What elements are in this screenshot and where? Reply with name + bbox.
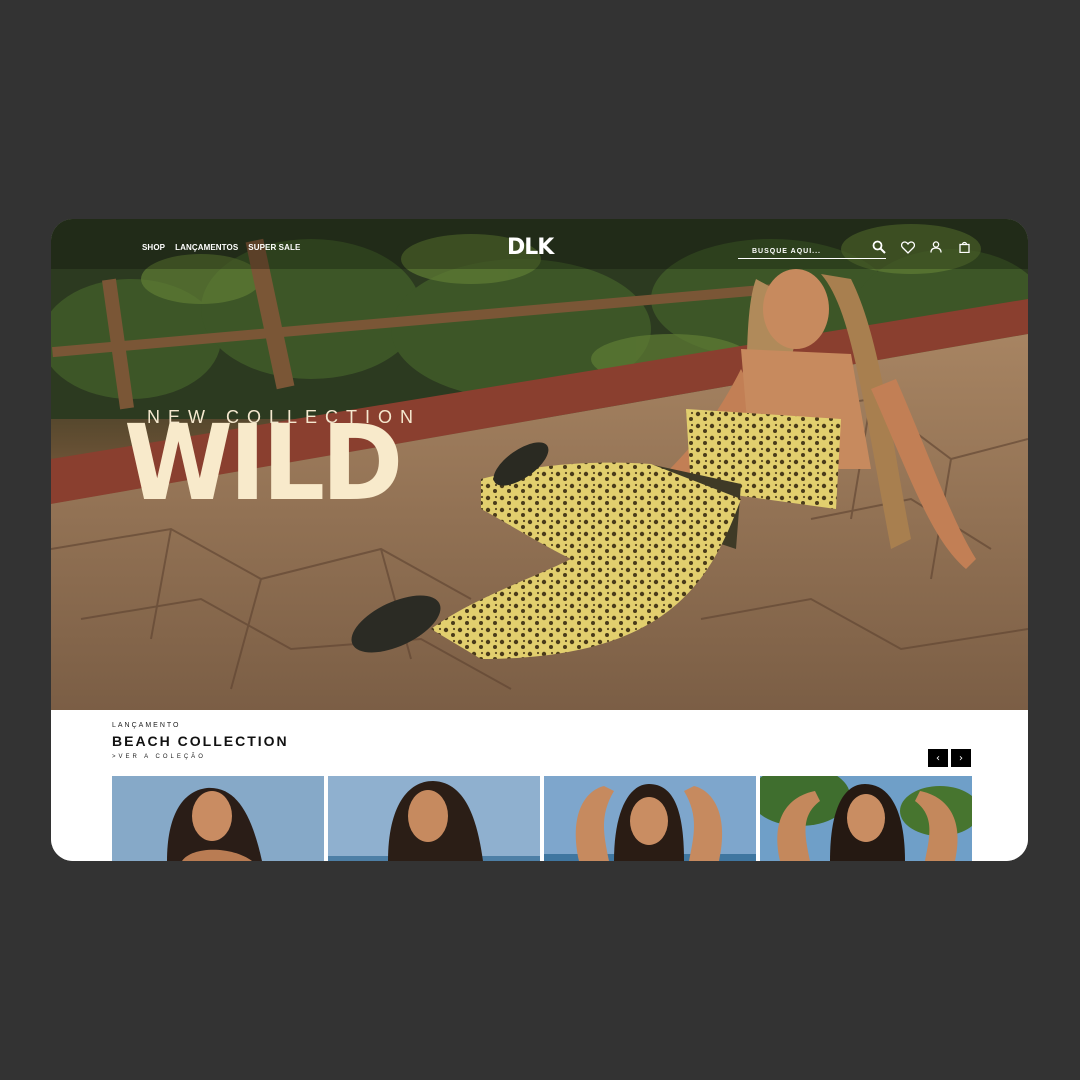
search-bar — [738, 240, 900, 260]
hero-title: WILD — [124, 402, 403, 524]
product-card[interactable] — [544, 776, 756, 861]
carousel-prev-button[interactable]: ‹ — [928, 749, 948, 767]
product-image — [760, 776, 972, 861]
brand-logo[interactable]: DLK — [507, 235, 554, 260]
product-image — [328, 776, 540, 861]
nav-lancamentos[interactable]: LANÇAMENTOS — [175, 243, 238, 252]
nav-super-sale[interactable]: SUPER SALE — [248, 243, 300, 252]
product-card[interactable] — [112, 776, 324, 861]
product-card[interactable] — [760, 776, 972, 861]
heart-icon[interactable] — [900, 239, 916, 255]
product-image — [112, 776, 324, 861]
hero-banner[interactable]: SHOP LANÇAMENTOS SUPER SALE DLK NEW COLL… — [51, 219, 1028, 710]
search-icon[interactable] — [871, 239, 887, 255]
beach-collection-section: LANÇAMENTO BEACH COLLECTION >VER A COLEÇ… — [51, 710, 1028, 861]
bag-icon[interactable] — [956, 239, 972, 255]
browser-frame: SHOP LANÇAMENTOS SUPER SALE DLK NEW COLL… — [51, 219, 1028, 861]
main-nav: SHOP LANÇAMENTOS SUPER SALE — [142, 243, 300, 252]
product-carousel — [112, 776, 972, 861]
carousel-next-button[interactable]: › — [951, 749, 971, 767]
product-image — [544, 776, 756, 861]
product-card[interactable] — [328, 776, 540, 861]
view-collection-link[interactable]: >VER A COLEÇÃO — [112, 754, 206, 760]
section-title: BEACH COLLECTION — [112, 733, 289, 749]
section-kicker: LANÇAMENTO — [112, 722, 181, 729]
nav-shop[interactable]: SHOP — [142, 243, 165, 252]
user-icon[interactable] — [928, 239, 944, 255]
